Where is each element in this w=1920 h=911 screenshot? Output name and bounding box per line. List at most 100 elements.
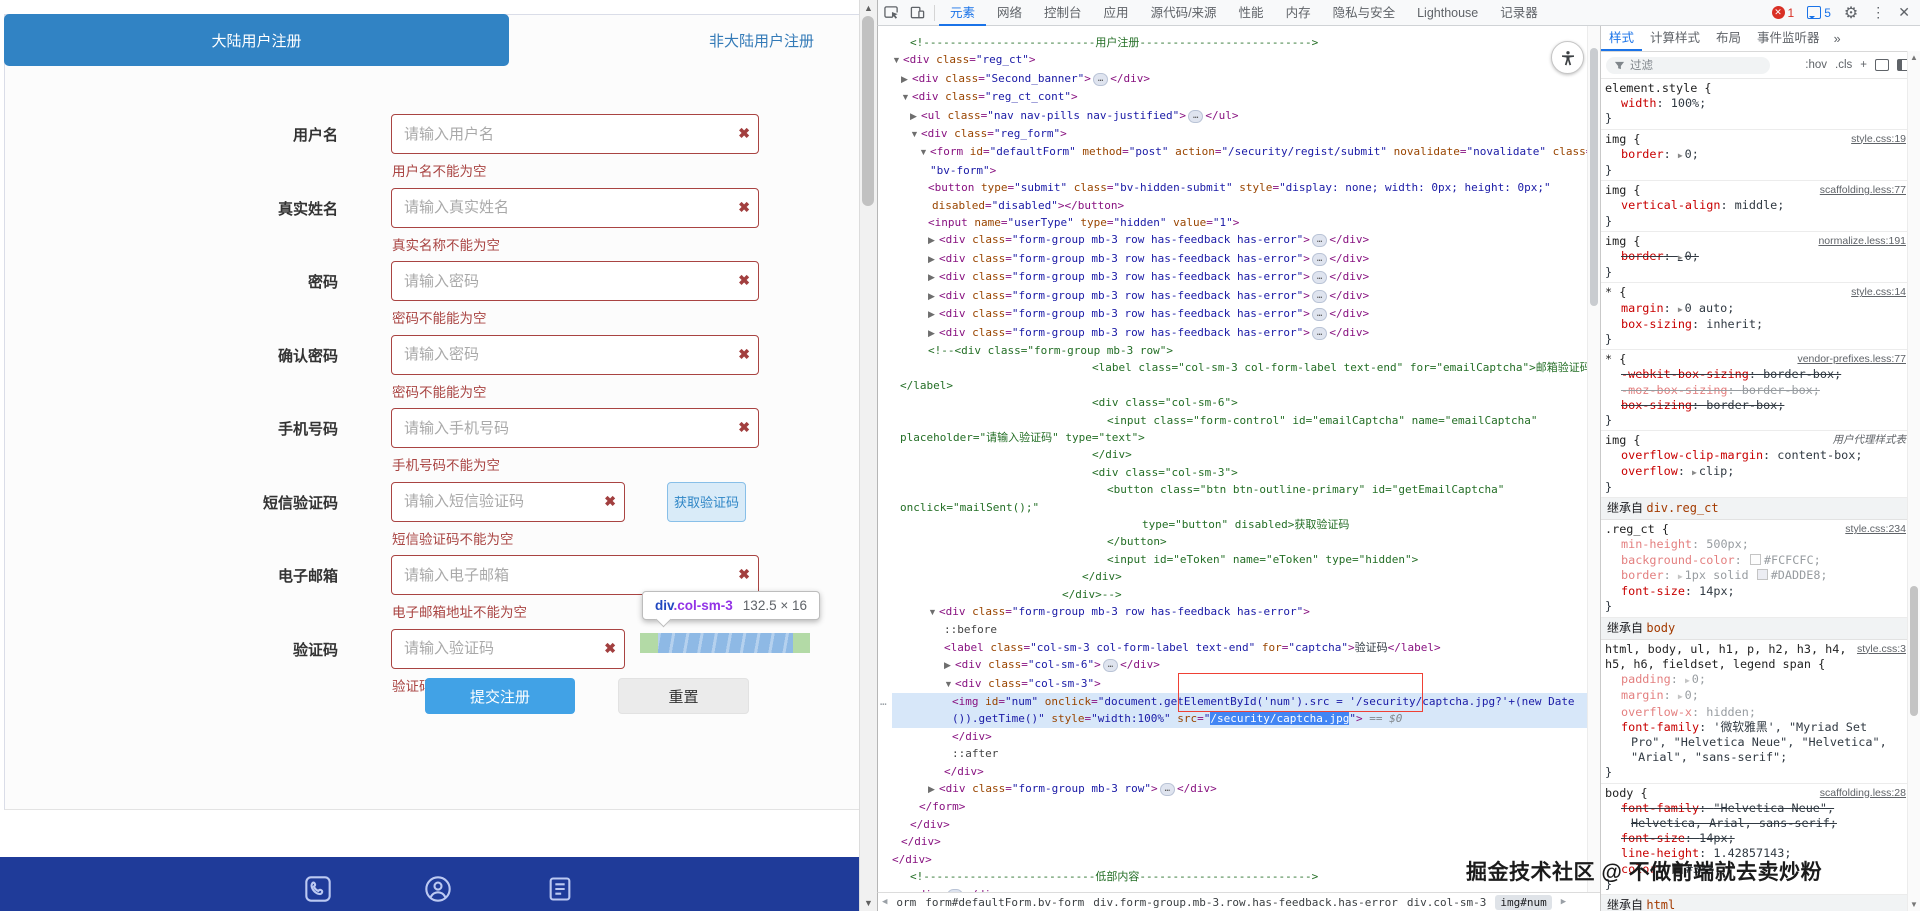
elements-tree-line[interactable]: ::after (892, 745, 1588, 762)
devtools-tab-性能[interactable]: 性能 (1228, 0, 1275, 26)
elements-tree-line[interactable]: <input id="eToken" name="eToken" type="h… (892, 551, 1588, 568)
settings-gear-icon[interactable]: ⚙ (1844, 3, 1858, 23)
elements-tree-line[interactable]: ▼<div class="col-sm-3"> (892, 675, 1588, 693)
elements-tree-line[interactable]: </div> (892, 568, 1588, 585)
expand-arrow-icon[interactable]: ▶ (1678, 151, 1683, 160)
expand-arrow-icon[interactable]: ▶ (1692, 468, 1697, 477)
elements-tree-line[interactable]: disabled="disabled"></button> (892, 197, 1588, 214)
styles-tab-样式[interactable]: 样式 (1601, 26, 1642, 51)
field-input-1[interactable] (391, 114, 759, 154)
css-property[interactable]: width: 100%; (1605, 96, 1906, 111)
breadcrumb-scroll-left-icon[interactable]: ◀ (882, 897, 887, 907)
document-icon[interactable] (546, 875, 574, 903)
elements-tree-line[interactable]: ::before (892, 621, 1588, 638)
inherited-node-link[interactable]: html (1646, 898, 1675, 911)
css-property[interactable]: min-height: 500px; (1605, 537, 1906, 552)
devtools-tab-元素[interactable]: 元素 (939, 0, 986, 26)
style-filter-input[interactable]: 过滤 (1606, 57, 1770, 74)
more-panels-chevron-icon[interactable]: » (1828, 32, 1847, 46)
reset-button[interactable]: 重置 (618, 678, 749, 714)
color-swatch[interactable] (1757, 569, 1768, 580)
phone-icon[interactable] (304, 875, 332, 903)
expand-arrow-icon[interactable]: ▶ (1678, 692, 1683, 701)
elements-tree-line[interactable]: ▼<div class="reg_ct_cont"> (892, 88, 1588, 106)
expand-ellipsis-icon[interactable]: … (1188, 110, 1203, 123)
expand-arrow-icon[interactable]: ▶ (1678, 572, 1683, 581)
css-property[interactable]: overflow-clip-margin: content-box; (1605, 448, 1906, 463)
page-scrollbar[interactable]: ▲ ▼ (859, 0, 877, 911)
elements-tree-line[interactable]: <button class="btn btn-outline-primary" … (892, 481, 1588, 498)
elements-tree-line[interactable]: ▼<div class="reg_ct"> (892, 51, 1588, 69)
devtools-tab-记录器[interactable]: 记录器 (1489, 0, 1549, 26)
stylesheet-link[interactable]: style.css:3 (1857, 642, 1906, 657)
expand-ellipsis-icon[interactable]: … (1312, 234, 1327, 247)
styles-scrollbar-thumb[interactable] (1910, 586, 1918, 716)
elements-tree-line[interactable]: onclick="mailSent();" (892, 499, 1588, 516)
css-property[interactable]: font-size: 14px; (1605, 831, 1906, 846)
submit-register-button[interactable]: 提交注册 (425, 678, 575, 714)
color-swatch[interactable] (1750, 554, 1761, 565)
elements-tree-line[interactable]: </div> (892, 446, 1588, 463)
field-input-6[interactable] (391, 482, 625, 522)
breadcrumb-item[interactable]: orm (896, 896, 916, 909)
elements-tree-line-selected[interactable]: ()).getTime()" style="width:100%" src="/… (892, 710, 1588, 727)
elements-tree-line[interactable]: </div> (892, 833, 1588, 850)
css-property[interactable]: vertical-align: middle; (1605, 198, 1906, 213)
elements-tree-line[interactable]: ▶<div class="form-group mb-3 row has-fee… (892, 250, 1588, 268)
elements-tree-line[interactable]: <label class="col-sm-3 col-form-label te… (892, 359, 1588, 376)
elements-tree-line[interactable]: <div class="col-sm-6"> (892, 394, 1588, 411)
css-property[interactable]: font-family: "Helvetica Neue", Helvetica… (1605, 801, 1906, 831)
css-property[interactable]: -moz-box-sizing: border-box; (1605, 383, 1906, 398)
css-property[interactable]: font-size: 14px; (1605, 584, 1906, 599)
css-property[interactable]: background-color: #FCFCFC; (1605, 553, 1906, 568)
css-property[interactable]: box-sizing: border-box; (1605, 398, 1906, 413)
styles-tab-布局[interactable]: 布局 (1708, 26, 1749, 51)
elements-tree-line[interactable]: </label> (892, 377, 1588, 394)
inherited-node-link[interactable]: body (1646, 621, 1675, 635)
elements-tree-line[interactable]: <button type="submit" class="bv-hidden-s… (892, 179, 1588, 196)
stylesheet-link[interactable]: style.css:14 (1851, 285, 1906, 300)
line-gutter-dots[interactable]: … (880, 693, 888, 710)
new-style-rule-button[interactable]: + (1860, 59, 1867, 71)
tab-mainland-register[interactable]: 大陆用户注册 (4, 14, 509, 66)
devtools-tab-内存[interactable]: 内存 (1275, 0, 1322, 26)
devtools-tab-应用[interactable]: 应用 (1093, 0, 1140, 26)
css-property[interactable]: -webkit-box-sizing: border-box; (1605, 367, 1906, 382)
elements-tree-line[interactable]: </div> (892, 728, 1588, 745)
expand-ellipsis-icon[interactable]: … (1312, 253, 1327, 266)
error-badge[interactable]: ✕ 1 (1772, 6, 1795, 20)
stylesheet-link[interactable]: 用户代理样式表 (1833, 433, 1907, 448)
elements-tree-line[interactable]: </div> (892, 763, 1588, 780)
breadcrumb-item[interactable]: div.form-group.mb-3.row.has-feedback.has… (1093, 896, 1398, 909)
css-property[interactable]: overflow-x: hidden; (1605, 705, 1906, 720)
elements-tree-line[interactable]: </div> (892, 816, 1588, 833)
devtools-tab-隐私与安全[interactable]: 隐私与安全 (1322, 0, 1407, 26)
toggle-element-classes[interactable]: .cls (1835, 59, 1852, 71)
css-property[interactable]: padding: ▶0; (1605, 672, 1906, 688)
elements-tree-line[interactable]: ▶<div class="form-group mb-3 row has-fee… (892, 287, 1588, 305)
elements-tree-line[interactable]: ▶<div class="form-group mb-3 row has-fee… (892, 305, 1588, 323)
elements-tree-line[interactable]: ▶<div class="form-group mb-3 row has-fee… (892, 231, 1588, 249)
expand-arrow-icon[interactable]: ▶ (1678, 253, 1683, 262)
elements-tree-line[interactable]: ▶<div class="Second_banner">…</div> (892, 70, 1588, 88)
expand-ellipsis-icon[interactable]: … (1160, 783, 1175, 796)
breadcrumb-item[interactable]: form#defaultForm.bv-form (925, 896, 1084, 909)
css-property[interactable]: border: ▶0; (1605, 147, 1906, 163)
elements-tree-line[interactable]: <input class="form-control" id="emailCap… (892, 412, 1588, 429)
stylesheet-link[interactable]: scaffolding.less:28 (1820, 786, 1906, 801)
elements-tree-line[interactable]: </div>--> (892, 586, 1588, 603)
expand-ellipsis-icon[interactable]: … (1093, 73, 1108, 86)
expand-arrow-icon[interactable]: ▶ (1685, 676, 1690, 685)
elements-tree-line[interactable]: <input name="userType" type="hidden" val… (892, 214, 1588, 231)
stylesheet-link[interactable]: normalize.less:191 (1818, 234, 1906, 249)
close-devtools-icon[interactable]: ✕ (1898, 4, 1910, 21)
css-property[interactable]: border: ▶0; (1605, 249, 1906, 265)
expand-ellipsis-icon[interactable]: … (1312, 271, 1327, 284)
css-property[interactable]: border: ▶1px solid #DADDE8; (1605, 568, 1906, 584)
field-input-4[interactable] (391, 335, 759, 375)
stylesheet-link[interactable]: style.css:234 (1845, 522, 1906, 537)
elements-tree-line[interactable]: ▶<div class="form-group mb-3 row has-fee… (892, 324, 1588, 342)
elements-tree-line[interactable]: <label class="col-sm-3 col-form-label te… (892, 639, 1588, 656)
expand-ellipsis-icon[interactable]: … (1312, 308, 1327, 321)
field-input-7[interactable] (391, 555, 759, 595)
